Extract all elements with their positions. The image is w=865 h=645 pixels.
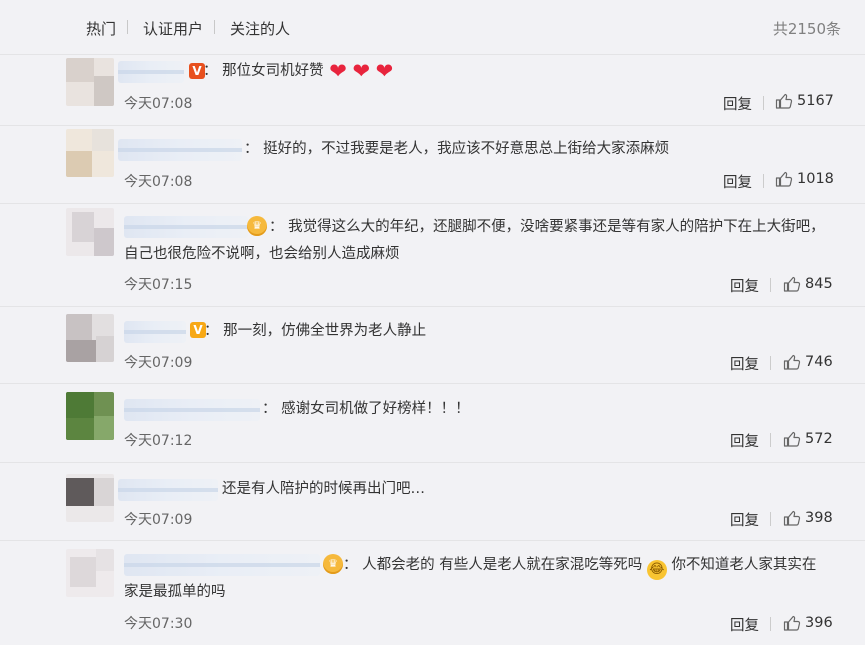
- red-heart-icon: ❤: [352, 59, 371, 83]
- red-heart-icon: ❤: [375, 59, 394, 83]
- comment-item: ： 感谢女司机做了好榜样！！！ 今天07:12 回复 572: [0, 384, 865, 463]
- like-count: 5167: [797, 93, 834, 109]
- comment-item: 还是有人陪护的时候再出门吧… 今天07:09 回复 398: [0, 463, 865, 541]
- username-blurred[interactable]: [118, 139, 242, 161]
- like-count: 746: [805, 354, 833, 370]
- like-count: 1018: [797, 171, 834, 187]
- avatar[interactable]: [66, 474, 114, 522]
- comment-text-continued: 家是最孤单的吗: [124, 584, 226, 600]
- like-button[interactable]: 398: [783, 509, 843, 529]
- thumbs-up-icon: [775, 93, 793, 109]
- tab-divider: [127, 20, 128, 34]
- action-divider: [763, 96, 764, 110]
- red-heart-icon: ❤: [329, 59, 347, 83]
- comment-time: 今天07:12: [124, 433, 193, 449]
- avatar[interactable]: [66, 208, 114, 256]
- comment-text: 还是有人陪护的时候再出门吧…: [222, 481, 425, 497]
- comment-time: 今天07:08: [124, 174, 193, 190]
- username-blurred[interactable]: [118, 479, 218, 501]
- like-button[interactable]: 1018: [775, 170, 835, 190]
- reply-button[interactable]: 回复: [730, 353, 759, 374]
- avatar[interactable]: [66, 314, 114, 362]
- tab-following[interactable]: 关注的人: [230, 18, 290, 39]
- comment-text-continued: 自己也很危险不说啊，也会给别人造成麻烦: [124, 246, 400, 262]
- like-button[interactable]: 572: [783, 430, 843, 450]
- comment-text: ： 挺好的，不过我要是老人，我应该不好意思总上街给大家添麻烦: [244, 141, 670, 157]
- crown-badge-icon: ♛: [247, 216, 267, 236]
- tab-divider: [214, 20, 215, 34]
- action-divider: [770, 617, 771, 631]
- like-button[interactable]: 845: [783, 275, 843, 295]
- thumbs-up-icon: [783, 354, 801, 370]
- comment-time: 今天07:30: [124, 616, 193, 632]
- thumbs-up-icon: [783, 510, 801, 526]
- comment-item: ♛ ： 人都会老的 有些人是老人就在家混吃等死吗 😂 你不知道老人家其实在 家是…: [0, 541, 865, 645]
- username-blurred[interactable]: [124, 554, 320, 576]
- reply-button[interactable]: 回复: [730, 275, 759, 296]
- action-divider: [770, 278, 771, 292]
- comment-time: 今天07:15: [124, 277, 193, 293]
- comment-time: 今天07:09: [124, 355, 193, 371]
- like-count: 396: [805, 615, 833, 631]
- action-divider: [763, 174, 764, 188]
- like-button[interactable]: 5167: [775, 92, 835, 112]
- like-count: 845: [805, 276, 833, 292]
- tab-verified-users[interactable]: 认证用户: [143, 18, 203, 39]
- username-blurred[interactable]: [118, 61, 184, 83]
- action-divider: [770, 433, 771, 447]
- comment-text: ： 那一刻，仿佛全世界为老人静止: [204, 323, 427, 339]
- comment-filter-tabs: 热门 认证用户 关注的人 共2150条: [0, 0, 865, 55]
- comment-text: ： 人都会老的 有些人是老人就在家混吃等死吗 😂 你不知道老人家其实在: [343, 552, 816, 580]
- like-count: 572: [805, 431, 833, 447]
- avatar[interactable]: [66, 129, 114, 177]
- action-divider: [770, 512, 771, 526]
- thumbs-up-icon: [775, 171, 793, 187]
- username-blurred[interactable]: [124, 321, 186, 343]
- comment-text: ： 我觉得这么大的年纪，还腿脚不便，没啥要紧事还是等有家人的陪护下在上大街吧，: [269, 219, 825, 235]
- reply-button[interactable]: 回复: [730, 430, 759, 451]
- username-blurred[interactable]: [124, 216, 248, 238]
- thumbs-up-icon: [783, 431, 801, 447]
- comment-item: ♛ ： 我觉得这么大的年纪，还腿脚不便，没啥要紧事还是等有家人的陪护下在上大街吧…: [0, 204, 865, 307]
- crown-badge-icon: ♛: [323, 554, 343, 574]
- comment-item: V ： 那位女司机好赞 ❤ ❤ ❤ 今天07:08 回复 5167: [0, 55, 865, 126]
- comment-time: 今天07:09: [124, 512, 193, 528]
- thumbs-up-icon: [783, 276, 801, 292]
- comment-item: ： 挺好的，不过我要是老人，我应该不好意思总上街给大家添麻烦 今天07:08 回…: [0, 126, 865, 204]
- comment-time: 今天07:08: [124, 96, 193, 112]
- username-blurred[interactable]: [124, 399, 260, 421]
- avatar[interactable]: [66, 58, 114, 106]
- reply-button[interactable]: 回复: [730, 509, 759, 530]
- thumbs-up-icon: [783, 615, 801, 631]
- comment-text: ： 那位女司机好赞 ❤ ❤ ❤: [203, 59, 394, 83]
- avatar[interactable]: [66, 392, 114, 440]
- laughing-tears-emoji: 😂: [646, 560, 667, 580]
- action-divider: [770, 356, 771, 370]
- tab-hot[interactable]: 热门: [86, 18, 116, 39]
- reply-button[interactable]: 回复: [723, 93, 752, 114]
- comment-text: ： 感谢女司机做了好榜样！！！: [262, 401, 470, 417]
- reply-button[interactable]: 回复: [723, 171, 752, 192]
- like-count: 398: [805, 510, 833, 526]
- avatar[interactable]: [66, 549, 114, 597]
- reply-button[interactable]: 回复: [730, 614, 759, 635]
- comment-item: V ： 那一刻，仿佛全世界为老人静止 今天07:09 回复 746: [0, 307, 865, 384]
- like-button[interactable]: 746: [783, 353, 843, 373]
- comment-total-count: 共2150条: [772, 20, 841, 38]
- like-button[interactable]: 396: [783, 614, 843, 634]
